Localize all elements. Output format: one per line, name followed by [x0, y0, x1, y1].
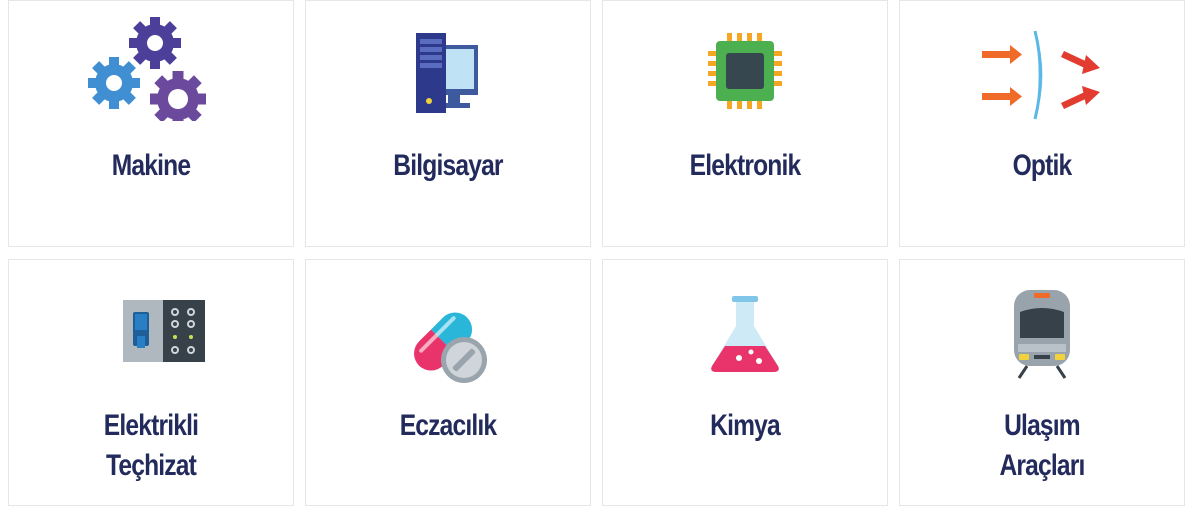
category-label-line-2: Araçları	[999, 449, 1085, 482]
category-label-line-1: Elektrikli	[103, 409, 199, 442]
gears-icon	[81, 11, 221, 121]
category-card-bilgisayar[interactable]: Bilgisayar	[305, 0, 591, 247]
category-card-ulasim-araclari[interactable]: Ulaşım Araçları	[899, 259, 1185, 506]
category-card-optik[interactable]: Optik	[899, 0, 1185, 247]
category-card-elektrikli-techizat[interactable]: Elektrikli Teçhizat	[8, 259, 294, 506]
pills-icon	[378, 288, 518, 398]
category-label: Kimya	[710, 409, 781, 442]
category-grid: Makine Bilgisayar Elektronik Optik Elekt…	[8, 0, 1185, 506]
category-label-line-1: Ulaşım	[1004, 409, 1081, 442]
category-card-makine[interactable]: Makine	[8, 0, 294, 247]
category-card-eczacilik[interactable]: Eczacılık	[305, 259, 591, 506]
category-label: Makine	[111, 149, 191, 182]
category-label-line-2: Teçhizat	[105, 449, 197, 482]
electrical-panel-icon	[81, 288, 221, 398]
flask-icon	[675, 288, 815, 398]
category-label: Optik	[1012, 149, 1073, 182]
microchip-icon	[675, 11, 815, 121]
category-label: Bilgisayar	[393, 149, 503, 182]
category-label: Eczacılık	[399, 409, 497, 442]
category-card-elektronik[interactable]: Elektronik	[602, 0, 888, 247]
train-icon	[972, 288, 1112, 398]
category-card-kimya[interactable]: Kimya	[602, 259, 888, 506]
category-label: Elektronik	[689, 149, 802, 182]
desktop-computer-icon	[378, 11, 518, 121]
lens-refraction-icon	[972, 11, 1112, 121]
